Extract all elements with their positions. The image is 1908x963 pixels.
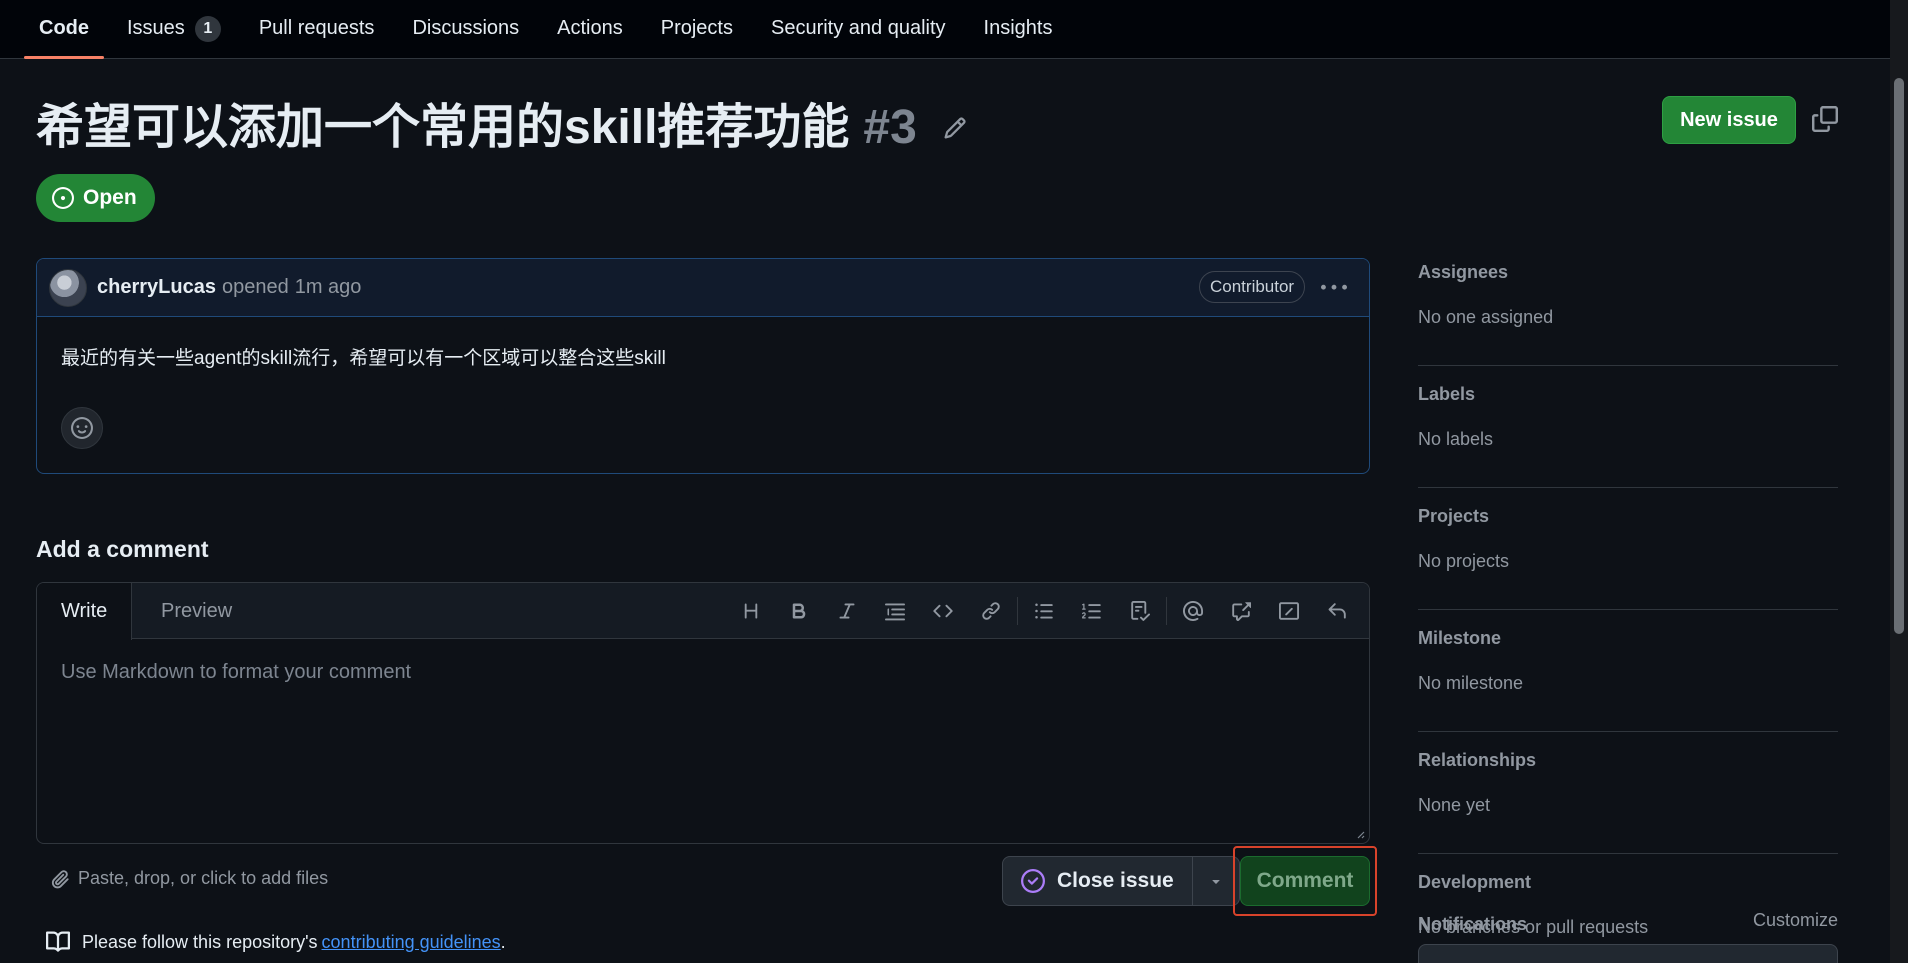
saved-replies-icon[interactable] xyxy=(1265,591,1313,631)
tab-code[interactable]: Code xyxy=(24,0,104,59)
close-issue-button[interactable]: Close issue xyxy=(1003,857,1193,905)
issue-body-comment: cherryLucas opened 1m ago Contributor 最近… xyxy=(36,258,1370,474)
heading-icon[interactable] xyxy=(727,591,775,631)
subscribe-button[interactable] xyxy=(1418,944,1838,963)
issue-title-text: 希望可以添加一个常用的skill推荐功能 xyxy=(36,101,850,154)
close-issue-button-group: Close issue xyxy=(1002,856,1240,906)
sidebar-relationships[interactable]: Relationships None yet xyxy=(1418,746,1838,854)
customize-notifications-link[interactable]: Customize xyxy=(1753,910,1838,931)
book-icon xyxy=(46,930,70,954)
tab-issues[interactable]: Issues 1 xyxy=(112,0,236,58)
tab-actions[interactable]: Actions xyxy=(542,0,638,58)
file-attachment-area[interactable]: Paste, drop, or click to add files xyxy=(50,868,328,889)
link-icon[interactable] xyxy=(967,591,1015,631)
comment-action: opened xyxy=(221,276,289,298)
tab-projects[interactable]: Projects xyxy=(646,0,748,58)
pencil-icon[interactable] xyxy=(943,116,967,140)
contributing-guidelines-notice: Please follow this repository's contribut… xyxy=(46,930,506,954)
sidebar-milestone[interactable]: Milestone No milestone xyxy=(1418,624,1838,732)
tab-write[interactable]: Write xyxy=(37,583,133,640)
unordered-list-icon[interactable] xyxy=(1020,591,1068,631)
tab-discussions[interactable]: Discussions xyxy=(397,0,534,58)
avatar[interactable] xyxy=(49,268,87,307)
issue-closed-icon xyxy=(1021,869,1045,893)
toolbar-divider xyxy=(1017,597,1018,625)
comment-author[interactable]: cherryLucas xyxy=(97,276,216,299)
scrollbar-thumb[interactable] xyxy=(1894,78,1904,634)
comment-editor: Write Preview Use Markdown to format you… xyxy=(36,582,1370,844)
issue-opened-icon xyxy=(52,187,74,209)
comment-placeholder: Use Markdown to format your comment xyxy=(61,661,412,683)
author-role-badge: Contributor xyxy=(1199,271,1306,303)
quote-icon[interactable] xyxy=(871,591,919,631)
issue-sidebar: Assignees No one assigned Labels No labe… xyxy=(1418,258,1838,963)
paperclip-icon xyxy=(50,869,70,889)
issue-number: #3 xyxy=(863,101,917,154)
smiley-icon[interactable] xyxy=(61,407,103,449)
bold-icon[interactable] xyxy=(775,591,823,631)
kebab-horizontal-icon[interactable] xyxy=(1321,275,1347,301)
comment-body: 最近的有关一些agent的skill流行，希望可以有一个区域可以整合这些skil… xyxy=(61,348,666,369)
comment-timestamp[interactable]: 1m ago xyxy=(295,276,362,299)
tab-pull-requests[interactable]: Pull requests xyxy=(244,0,390,58)
code-icon[interactable] xyxy=(919,591,967,631)
toolbar-divider xyxy=(1166,597,1167,625)
sidebar-assignees[interactable]: Assignees No one assigned xyxy=(1418,258,1838,366)
editor-toolbar: Write Preview xyxy=(37,583,1369,640)
comment-textarea[interactable]: Use Markdown to format your comment xyxy=(37,639,1369,843)
mention-icon[interactable] xyxy=(1169,591,1217,631)
triangle-down-icon[interactable] xyxy=(1193,857,1239,905)
repo-nav: Code Issues 1 Pull requests Discussions A… xyxy=(0,0,1890,59)
new-issue-button[interactable]: New issue xyxy=(1662,96,1796,144)
task-list-icon[interactable] xyxy=(1116,591,1164,631)
add-comment-heading: Add a comment xyxy=(36,536,209,562)
copy-icon[interactable] xyxy=(1812,106,1838,132)
resize-grip-icon[interactable] xyxy=(1355,829,1365,839)
page-scrollbar[interactable] xyxy=(1890,0,1908,963)
comment-header: cherryLucas opened 1m ago Contributor xyxy=(37,259,1369,317)
sidebar-projects[interactable]: Projects No projects xyxy=(1418,502,1838,610)
tab-insights[interactable]: Insights xyxy=(969,0,1068,58)
sidebar-labels[interactable]: Labels No labels xyxy=(1418,380,1838,488)
comment-button[interactable]: Comment xyxy=(1240,856,1370,906)
markdown-toolbar xyxy=(727,583,1361,639)
contributing-guidelines-link[interactable]: contributing guidelines xyxy=(322,932,501,952)
issue-title: 希望可以添加一个常用的skill推荐功能 #3 xyxy=(36,96,967,160)
issue-state-badge: Open xyxy=(36,174,155,222)
tab-preview[interactable]: Preview xyxy=(137,583,256,639)
ordered-list-icon[interactable] xyxy=(1068,591,1116,631)
italic-icon[interactable] xyxy=(823,591,871,631)
comment-button-highlight: Comment xyxy=(1233,846,1377,916)
sidebar-notifications-label: Notifications xyxy=(1418,914,1528,934)
tab-security-and-quality[interactable]: Security and quality xyxy=(756,0,961,58)
undo-icon[interactable] xyxy=(1313,591,1361,631)
issues-count-badge: 1 xyxy=(194,15,221,42)
cross-reference-icon[interactable] xyxy=(1217,591,1265,631)
